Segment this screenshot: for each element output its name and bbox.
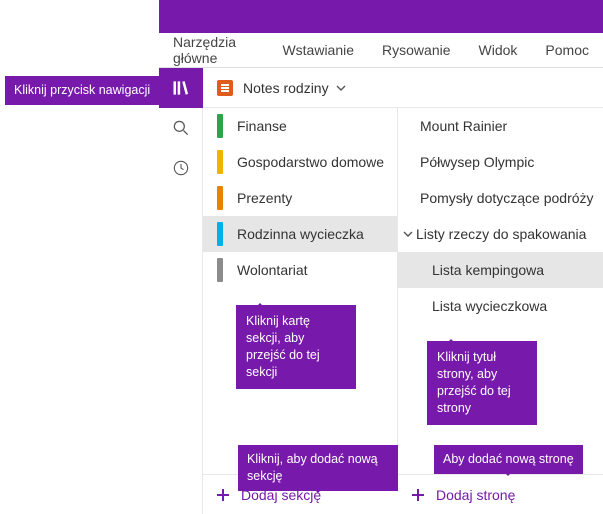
page-label: Półwysep Olympic xyxy=(420,154,534,170)
notebook-title: Notes rodziny xyxy=(243,80,329,96)
ribbon-tab-view[interactable]: Widok xyxy=(479,42,518,58)
page-label: Lista wycieczkowa xyxy=(432,298,547,314)
page-item-expandable[interactable]: Listy rzeczy do spakowania xyxy=(398,216,603,252)
left-rail xyxy=(159,68,203,514)
ribbon: Narzędzia główne Wstawianie Rysowanie Wi… xyxy=(159,33,603,68)
title-bar xyxy=(159,0,603,33)
section-label: Prezenty xyxy=(237,190,292,206)
page-item[interactable]: Lista wycieczkowa xyxy=(398,288,603,324)
section-item[interactable]: Finanse xyxy=(203,108,397,144)
plus-icon xyxy=(215,487,231,503)
callout-nav: Kliknij przycisk nawigacji xyxy=(5,76,159,105)
notebook-icon xyxy=(217,80,233,96)
section-label: Rodzinna wycieczka xyxy=(237,226,364,242)
notebook-picker[interactable]: Notes rodziny xyxy=(203,68,603,108)
clock-icon xyxy=(171,158,191,178)
section-item[interactable]: Gospodarstwo domowe xyxy=(203,144,397,180)
ribbon-tab-home[interactable]: Narzędzia główne xyxy=(173,34,254,66)
chevron-down-icon xyxy=(335,82,347,94)
library-icon xyxy=(171,78,191,98)
section-item[interactable]: Wolontariat xyxy=(203,252,397,288)
section-color-stripe xyxy=(217,222,223,246)
section-item[interactable]: Rodzinna wycieczka xyxy=(203,216,397,252)
section-color-stripe xyxy=(217,258,223,282)
section-label: Wolontariat xyxy=(237,262,308,278)
section-color-stripe xyxy=(217,186,223,210)
page-item[interactable]: Lista kempingowa xyxy=(398,252,603,288)
page-item[interactable]: Mount Rainier xyxy=(398,108,603,144)
page-item[interactable]: Półwysep Olympic xyxy=(398,144,603,180)
callout-section: Kliknij kartę sekcji, aby przejść do tej… xyxy=(236,305,356,389)
search-icon xyxy=(171,118,191,138)
page-label: Lista kempingowa xyxy=(432,262,544,278)
callout-text: Aby dodać nową stronę xyxy=(443,452,574,466)
page-label: Pomysły dotyczące podróży xyxy=(420,190,594,206)
page-item[interactable]: Pomysły dotyczące podróży xyxy=(398,180,603,216)
section-label: Gospodarstwo domowe xyxy=(237,154,384,170)
callout-text: Kliknij tytuł strony, aby przejść do tej… xyxy=(437,350,511,415)
section-color-stripe xyxy=(217,150,223,174)
sections-panel: Finanse Gospodarstwo domowe Prezenty Rod… xyxy=(203,108,398,474)
plus-icon xyxy=(410,487,426,503)
page-label: Listy rzeczy do spakowania xyxy=(416,226,586,242)
section-label: Finanse xyxy=(237,118,287,134)
recent-button[interactable] xyxy=(159,148,203,188)
add-page-label: Dodaj stronę xyxy=(436,487,515,503)
section-color-stripe xyxy=(217,114,223,138)
callout-add-section: Kliknij, aby dodać nową sekcję xyxy=(238,445,398,491)
callout-text: Kliknij kartę sekcji, aby przejść do tej… xyxy=(246,314,320,379)
section-item[interactable]: Prezenty xyxy=(203,180,397,216)
callout-add-page: Aby dodać nową stronę xyxy=(434,445,583,474)
ribbon-tab-help[interactable]: Pomoc xyxy=(545,42,603,58)
ribbon-tab-insert[interactable]: Wstawianie xyxy=(282,42,354,58)
callout-page: Kliknij tytuł strony, aby przejść do tej… xyxy=(427,341,537,425)
callout-text: Kliknij przycisk nawigacji xyxy=(14,83,150,97)
chevron-down-icon xyxy=(402,228,414,240)
ribbon-tab-draw[interactable]: Rysowanie xyxy=(382,42,450,58)
page-label: Mount Rainier xyxy=(420,118,507,134)
search-button[interactable] xyxy=(159,108,203,148)
callout-text: Kliknij, aby dodać nową sekcję xyxy=(247,452,378,483)
add-page-button[interactable]: Dodaj stronę xyxy=(398,474,603,514)
